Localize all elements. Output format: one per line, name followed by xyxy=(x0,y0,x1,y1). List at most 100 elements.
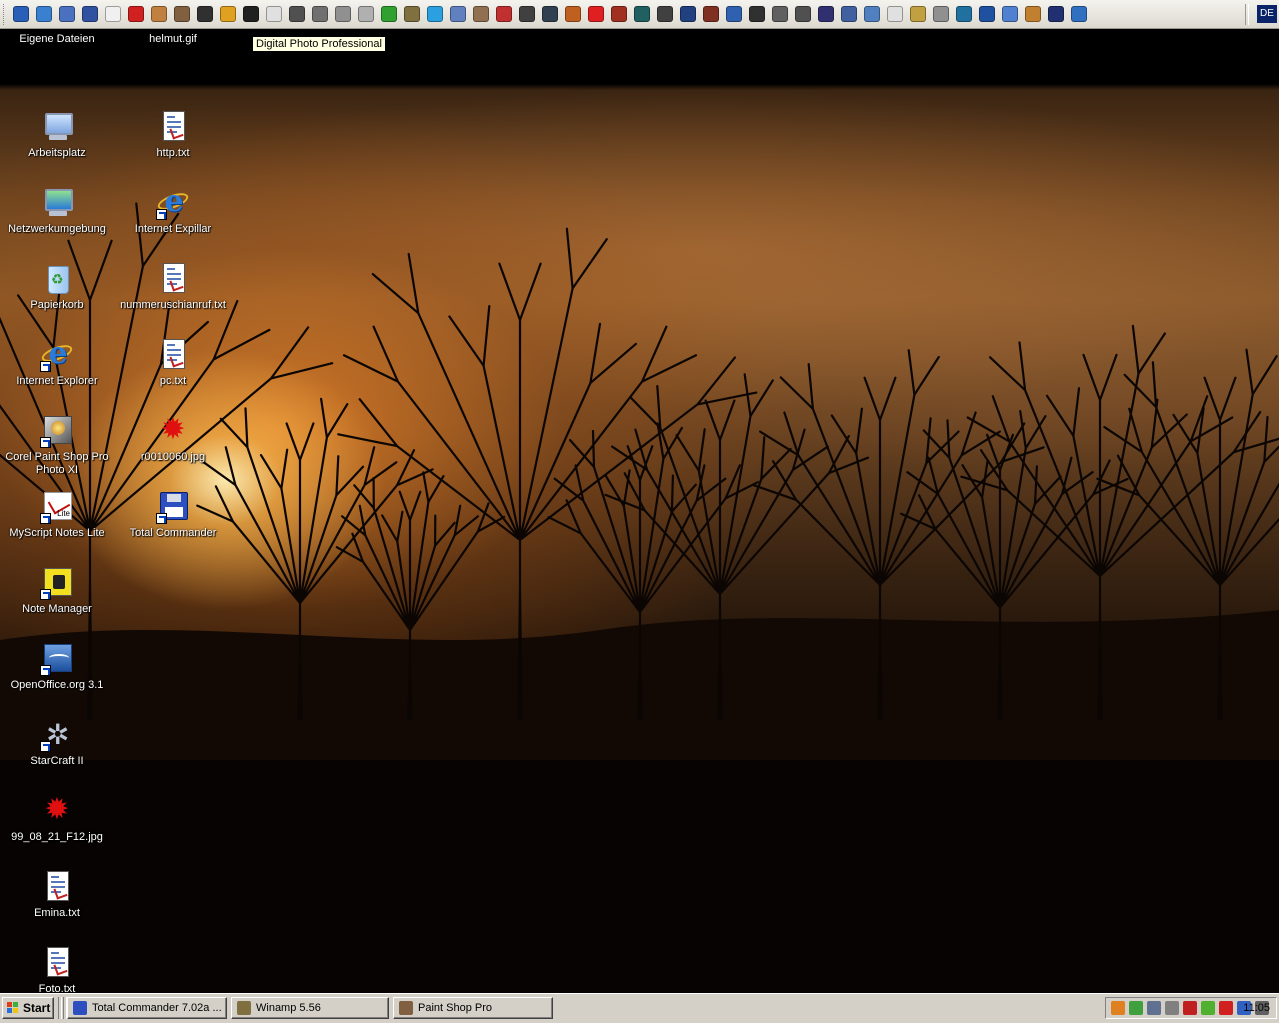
clapper-icon[interactable] xyxy=(519,6,535,22)
desktop-icon-emina-txt[interactable]: Emina.txt xyxy=(0,870,114,920)
splat-icon xyxy=(40,794,74,828)
globe-icon[interactable] xyxy=(634,6,650,22)
desktop-icon-internet-explorer[interactable]: e Internet Explorer xyxy=(0,338,114,388)
desktop-icon-eigene-dateien[interactable]: Eigene Dateien xyxy=(0,0,114,46)
shortcut-arrow-icon xyxy=(156,209,167,220)
language-indicator[interactable]: DE xyxy=(1257,5,1277,23)
desktop-icon-papierkorb[interactable]: Papierkorb xyxy=(0,262,114,312)
desktop-icon-99-08-21-f12-jpg[interactable]: 99_08_21_F12.jpg xyxy=(0,794,114,844)
desktop-icon-label: Note Manager xyxy=(22,603,92,615)
desktop-icon-label: Total Commander xyxy=(129,527,217,539)
desktop-icon-internet-expillar[interactable]: e Internet Expillar xyxy=(116,186,230,236)
avi-icon[interactable] xyxy=(358,6,374,22)
windows-logo-icon xyxy=(7,1002,19,1014)
task-label: Winamp 5.56 xyxy=(256,1002,321,1014)
monitor-icon[interactable] xyxy=(312,6,328,22)
eye-icon[interactable] xyxy=(795,6,811,22)
desktop-icon-label: Internet Expillar xyxy=(134,223,212,235)
desktop-icon-label: http.txt xyxy=(156,147,190,159)
cd-icon[interactable] xyxy=(887,6,903,22)
task-label: Total Commander 7.02a ... xyxy=(92,1002,222,1014)
desktop-icon-helmut-gif[interactable]: helmut.gif xyxy=(116,0,230,46)
network-icon xyxy=(40,186,74,220)
ie2-icon[interactable] xyxy=(1071,6,1087,22)
desktop-icon-label: pc.txt xyxy=(159,375,187,387)
tools2-icon[interactable] xyxy=(772,6,788,22)
desktop-icon-netzwerkumgebung[interactable]: Netzwerkumgebung xyxy=(0,186,114,236)
stop-icon[interactable] xyxy=(588,6,604,22)
brush-icon[interactable] xyxy=(910,6,926,22)
book-icon[interactable] xyxy=(542,6,558,22)
flower-icon[interactable] xyxy=(381,6,397,22)
desktop-icon-corel-paint-shop-pro[interactable]: Corel Paint Shop Pro Photo XI xyxy=(0,414,114,477)
system-tray: 11:05 xyxy=(1105,997,1277,1019)
agent-icon[interactable] xyxy=(611,6,627,22)
desktop-icon-r0010060-jpg[interactable]: r0010060.jpg xyxy=(116,414,230,464)
phone-icon[interactable] xyxy=(841,6,857,22)
disc-icon[interactable] xyxy=(864,6,880,22)
desktop-icon-note-manager[interactable]: Note Manager xyxy=(0,566,114,616)
winamp-icon xyxy=(237,1001,251,1015)
pda-icon[interactable] xyxy=(818,6,834,22)
doc-icon xyxy=(40,946,74,980)
floppy-icon xyxy=(73,1001,87,1015)
shortcut-arrow-icon xyxy=(40,589,51,600)
desktop-icon-openoffice[interactable]: OpenOffice.org 3.1 xyxy=(0,642,114,692)
mask-icon[interactable] xyxy=(703,6,719,22)
printer-icon[interactable] xyxy=(933,6,949,22)
tray-speaker-icon[interactable] xyxy=(1165,1001,1179,1015)
people-icon[interactable] xyxy=(565,6,581,22)
tray-network-icon[interactable] xyxy=(1129,1001,1143,1015)
ie-icon: e xyxy=(39,338,75,372)
desktop-icon-myscript-notes-lite[interactable]: MyScript Notes Lite xyxy=(0,490,114,540)
edit-icon[interactable] xyxy=(289,6,305,22)
desktop-icon-label: nummeruschianruf.txt xyxy=(120,299,226,311)
desktop-icon-starcraft-ii[interactable]: StarCraft II xyxy=(0,718,114,768)
face-icon[interactable] xyxy=(749,6,765,22)
sc2-icon xyxy=(40,718,74,752)
home-icon[interactable] xyxy=(266,6,282,22)
calculator-icon[interactable] xyxy=(335,6,351,22)
notepad-icon[interactable] xyxy=(1002,6,1018,22)
doc-icon xyxy=(156,338,190,372)
skype-icon[interactable] xyxy=(427,6,443,22)
desktop-icon-pc-txt[interactable]: pc.txt xyxy=(116,338,230,388)
task-button-1[interactable]: Total Commander 7.02a ... xyxy=(67,997,227,1019)
film-icon[interactable] xyxy=(473,6,489,22)
desktop-icon-arbeitsplatz[interactable]: Arbeitsplatz xyxy=(0,110,114,160)
desktop-icon-total-commander[interactable]: Total Commander xyxy=(116,490,230,540)
desktop-icon-nummeruschianruf-txt[interactable]: nummeruschianruf.txt xyxy=(116,262,230,312)
start-button[interactable]: Start xyxy=(2,997,54,1019)
task-button-3[interactable]: Paint Shop Pro xyxy=(393,997,553,1019)
shortcut-arrow-icon xyxy=(156,513,167,524)
clock[interactable]: 11:05 xyxy=(1243,998,1270,1018)
v-icon[interactable] xyxy=(680,6,696,22)
desktop-icon-label: Internet Explorer xyxy=(16,375,98,387)
tray-nvidia-icon[interactable] xyxy=(1201,1001,1215,1015)
tray-orange-icon[interactable] xyxy=(1111,1001,1125,1015)
tray-acrobat-icon[interactable] xyxy=(1219,1001,1233,1015)
myscript-icon xyxy=(40,490,74,524)
tray-tools-icon[interactable] xyxy=(1183,1001,1197,1015)
desktop-icon-foto-txt[interactable]: Foto.txt xyxy=(0,946,114,996)
grid-icon[interactable] xyxy=(450,6,466,22)
desktop-icon-label: Corel Paint Shop Pro Photo XI xyxy=(5,451,109,476)
desktop-icon-http-txt[interactable]: http.txt xyxy=(116,110,230,160)
tray-pc-icon[interactable] xyxy=(1147,1001,1161,1015)
bin-icon xyxy=(40,262,74,296)
record-icon[interactable] xyxy=(496,6,512,22)
server-icon[interactable] xyxy=(979,6,995,22)
task-button-2[interactable]: Winamp 5.56 xyxy=(231,997,389,1019)
ie-icon: e xyxy=(155,186,191,220)
folder-icon[interactable] xyxy=(1025,6,1041,22)
task-label: Paint Shop Pro xyxy=(418,1002,492,1014)
chart-icon[interactable] xyxy=(726,6,742,22)
shortcut-arrow-icon xyxy=(40,741,51,752)
drive-icon[interactable] xyxy=(956,6,972,22)
image-icon[interactable] xyxy=(1048,6,1064,22)
doc-icon xyxy=(156,262,190,296)
desktop-icon-label: MyScript Notes Lite xyxy=(9,527,105,539)
wings-icon[interactable] xyxy=(657,6,673,22)
winamp-icon[interactable] xyxy=(404,6,420,22)
camera-icon[interactable] xyxy=(243,6,259,22)
